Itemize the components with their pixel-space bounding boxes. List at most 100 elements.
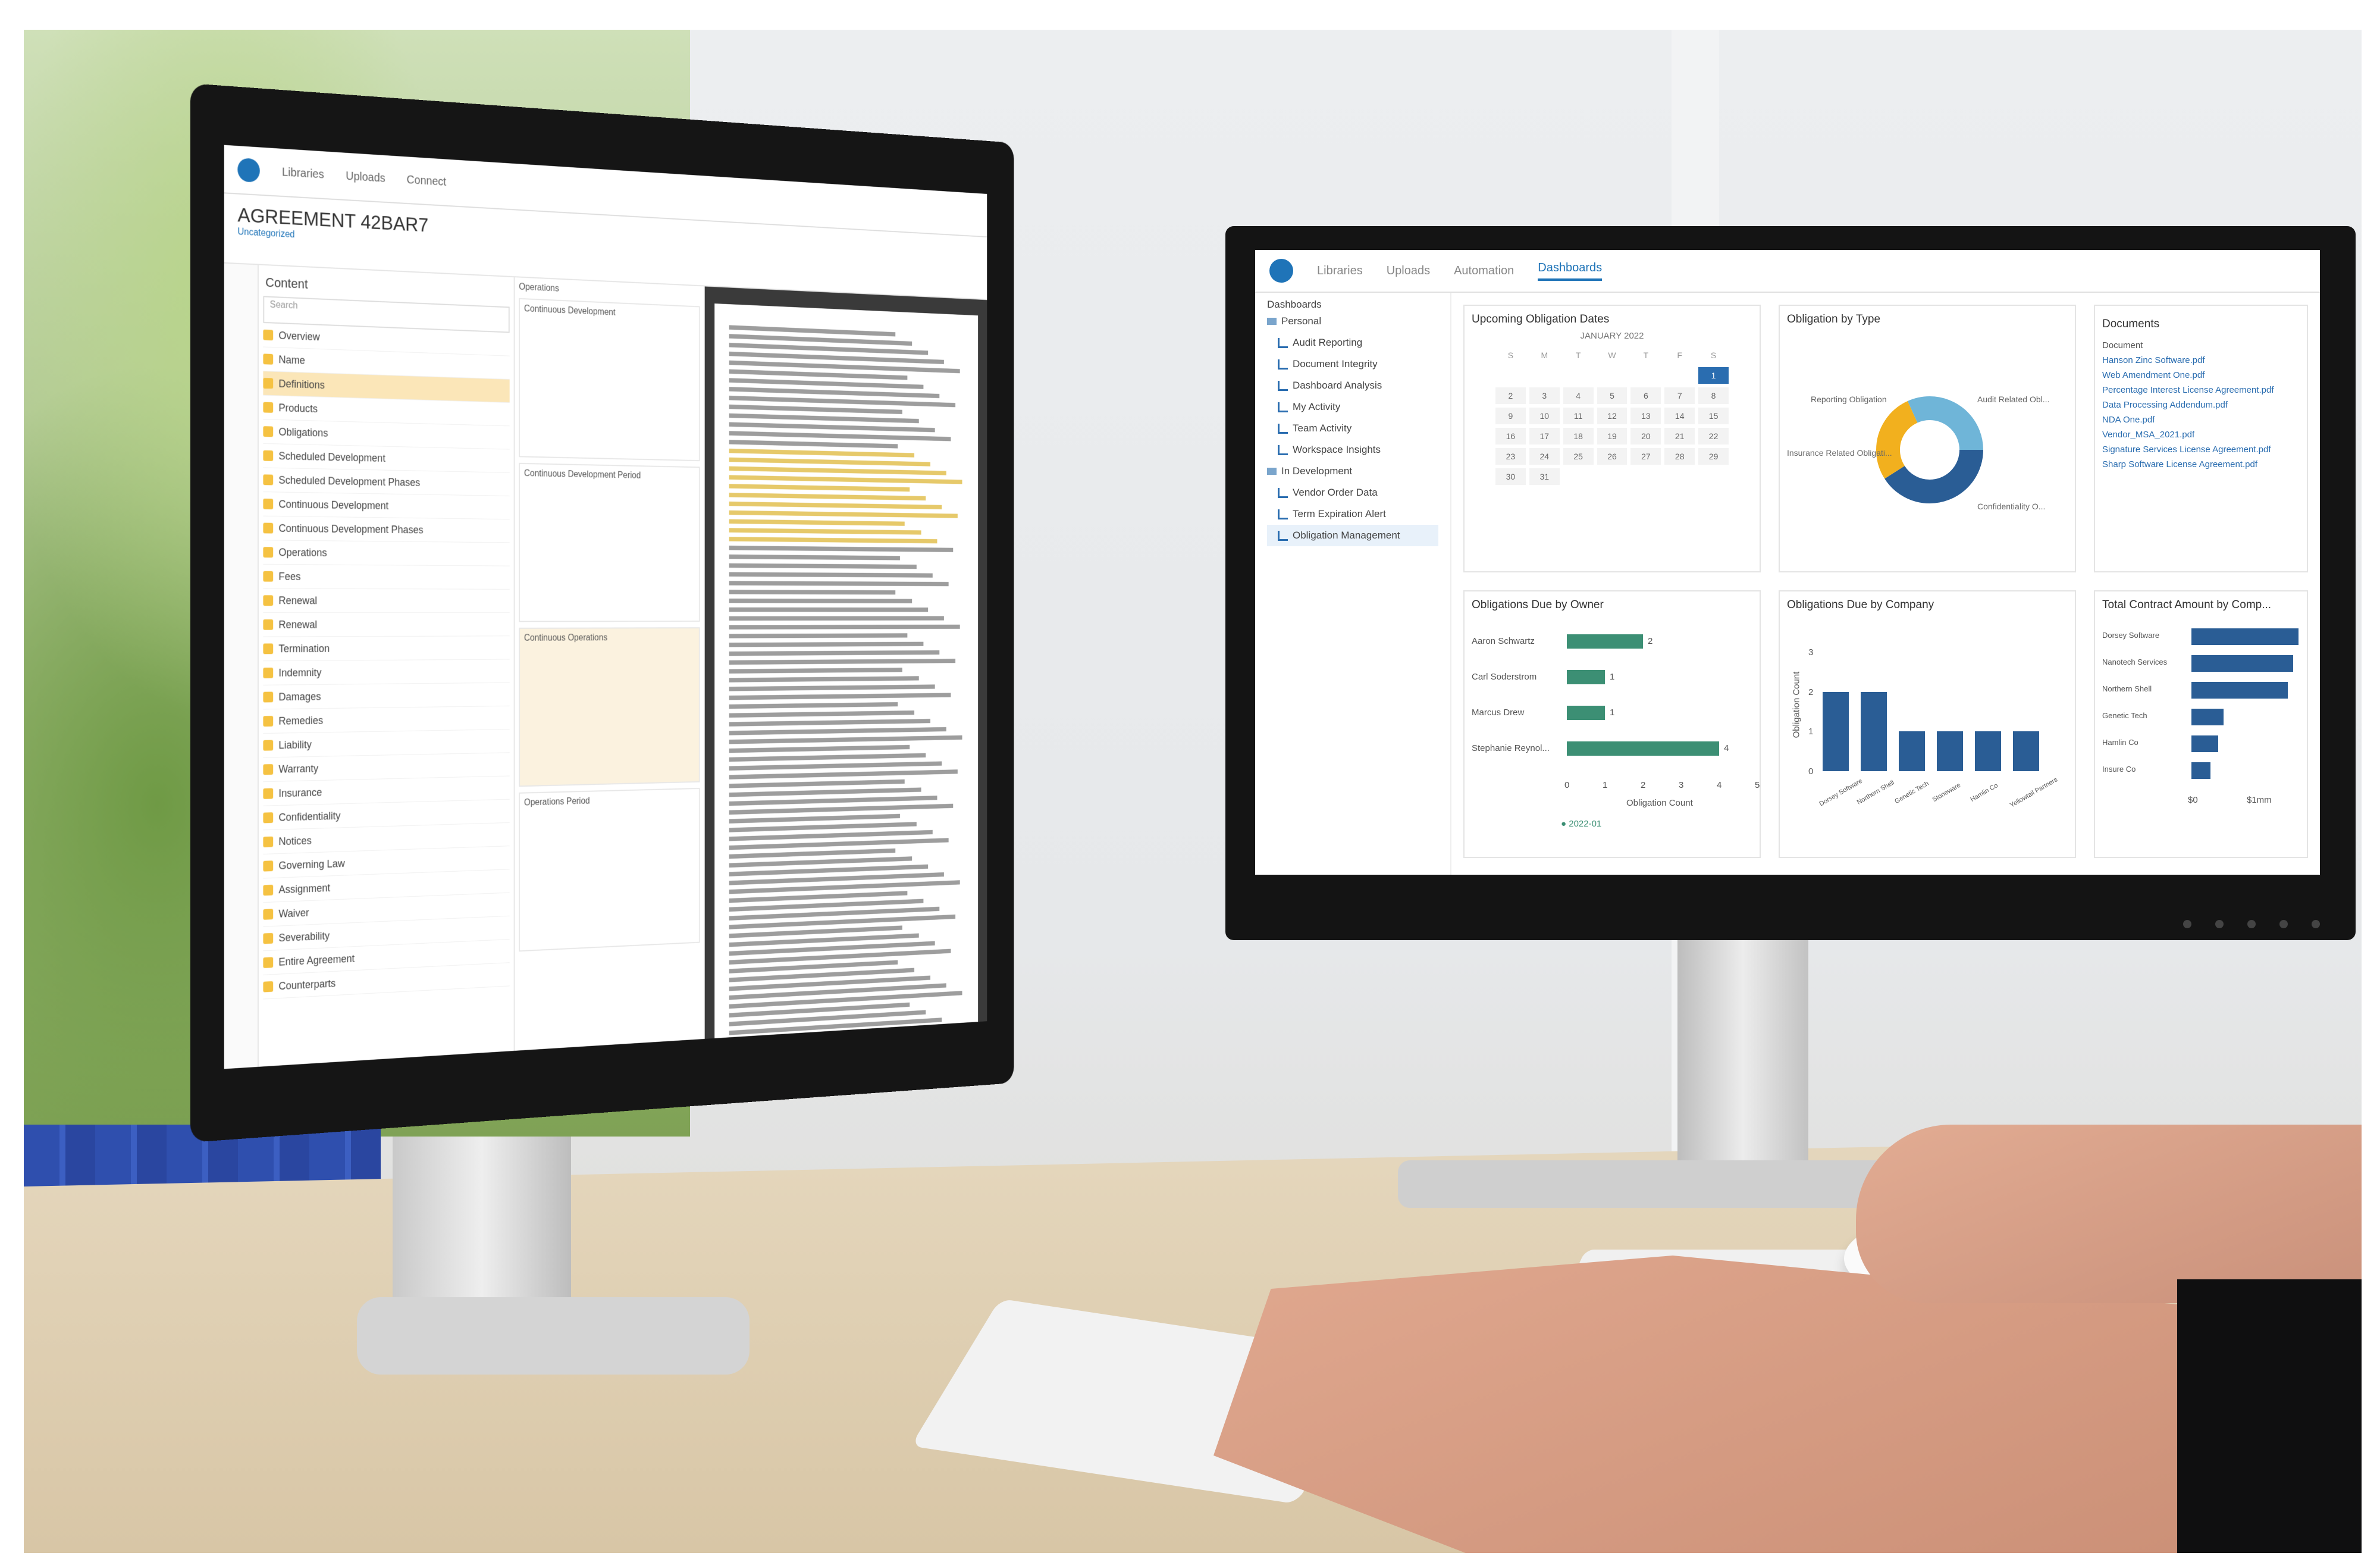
document-link[interactable]: Hanson Zinc Software.pdf <box>2102 355 2300 365</box>
calendar-day[interactable]: 8 <box>1698 387 1729 404</box>
tab-automation[interactable]: Automation <box>1454 264 1514 278</box>
calendar-day[interactable]: 19 <box>1597 428 1628 444</box>
calendar-day[interactable]: 18 <box>1563 428 1594 444</box>
owner-card[interactable]: Obligations Due by Owner Aaron Schwartz 2… <box>1463 590 1761 858</box>
tab-dashboards[interactable]: Dashboards <box>1538 261 1603 281</box>
calendar-day[interactable]: 26 <box>1597 448 1628 465</box>
owner-bar[interactable] <box>1567 634 1643 649</box>
tree-item[interactable]: Renewal <box>263 613 510 637</box>
tree-item[interactable]: Indemnity <box>263 659 510 685</box>
section-block[interactable]: Continuous Development <box>519 298 700 462</box>
sidebar-item[interactable]: Team Activity <box>1267 418 1438 439</box>
sidebar-item[interactable]: Dashboard Analysis <box>1267 375 1438 396</box>
tab-uploads[interactable]: Uploads <box>1387 264 1430 278</box>
calendar-day[interactable]: 10 <box>1529 408 1560 424</box>
calendar-day[interactable]: 21 <box>1664 428 1695 444</box>
tree-item[interactable]: Damages <box>263 683 510 710</box>
calendar-day[interactable]: 5 <box>1597 387 1628 404</box>
tree-item[interactable]: Continuous Development Phases <box>263 516 510 543</box>
total-bar[interactable] <box>2191 709 2224 725</box>
document-link[interactable]: Data Processing Addendum.pdf <box>2102 400 2300 410</box>
sidebar-item[interactable]: In Development <box>1267 461 1438 482</box>
monitor-power-button[interactable] <box>2312 920 2320 928</box>
monitor-button[interactable] <box>2215 920 2224 928</box>
tree-bullet-icon <box>263 812 274 824</box>
tab-libraries[interactable]: Libraries <box>1317 264 1363 278</box>
calendar-day[interactable]: 23 <box>1495 448 1526 465</box>
calendar-day[interactable]: 7 <box>1664 387 1695 404</box>
tree-item[interactable]: Continuous Development <box>263 492 510 520</box>
calendar-day[interactable]: 1 <box>1698 367 1729 384</box>
calendar-day[interactable]: 14 <box>1664 408 1695 424</box>
calendar-day[interactable]: 4 <box>1563 387 1594 404</box>
monitor-button[interactable] <box>2247 920 2256 928</box>
obligation-type-card[interactable]: Obligation by Type Reporting Obligation … <box>1779 305 2076 572</box>
company-card[interactable]: Obligations Due by Company Dorsey Softwa… <box>1779 590 2076 858</box>
document-link[interactable]: Signature Services License Agreement.pdf <box>2102 444 2300 455</box>
sidebar-item[interactable]: Document Integrity <box>1267 353 1438 375</box>
tree-item[interactable]: Termination <box>263 636 510 662</box>
calendar-day[interactable]: 2 <box>1495 387 1526 404</box>
tree-item[interactable]: Fees <box>263 564 510 590</box>
document-link[interactable]: NDA One.pdf <box>2102 415 2300 425</box>
owner-bar[interactable] <box>1567 706 1605 720</box>
calendar-day[interactable]: 9 <box>1495 408 1526 424</box>
total-bar[interactable] <box>2191 762 2211 779</box>
document-link[interactable]: Percentage Interest License Agreement.pd… <box>2102 385 2300 395</box>
documents-card[interactable]: Documents Document Hanson Zinc Software.p… <box>2094 305 2308 572</box>
sidebar-item[interactable]: Workspace Insights <box>1267 439 1438 461</box>
tree-item[interactable]: Renewal <box>263 588 510 613</box>
total-bar[interactable] <box>2191 655 2293 672</box>
calendar-day[interactable]: 24 <box>1529 448 1560 465</box>
calendar-day[interactable]: 6 <box>1630 387 1661 404</box>
sidebar-item[interactable]: Personal <box>1267 311 1438 332</box>
calendar-day[interactable]: 30 <box>1495 468 1526 485</box>
sidebar-item[interactable]: Audit Reporting <box>1267 332 1438 353</box>
sidebar-item[interactable]: Vendor Order Data <box>1267 482 1438 503</box>
calendar-day[interactable]: 3 <box>1529 387 1560 404</box>
owner-bar[interactable] <box>1567 741 1719 756</box>
nav-uploads[interactable]: Uploads <box>346 170 385 186</box>
section-block[interactable]: Operations Period <box>519 788 700 952</box>
total-bar[interactable] <box>2191 628 2299 645</box>
calendar-day[interactable]: 20 <box>1630 428 1661 444</box>
calendar-day[interactable]: 31 <box>1529 468 1560 485</box>
calendar-day[interactable]: 12 <box>1597 408 1628 424</box>
nav-libraries[interactable]: Libraries <box>282 165 324 181</box>
section-block-highlighted[interactable]: Continuous Operations <box>519 627 700 787</box>
tree-item[interactable]: Operations <box>263 540 510 566</box>
calendar-day[interactable]: 27 <box>1630 448 1661 465</box>
calendar-day[interactable]: 28 <box>1664 448 1695 465</box>
document-link[interactable]: Vendor_MSA_2021.pdf <box>2102 430 2300 440</box>
total-contract-card[interactable]: Total Contract Amount by Comp... Dorsey … <box>2094 590 2308 858</box>
owner-bar[interactable] <box>1567 670 1605 684</box>
calendar-day[interactable]: 11 <box>1563 408 1594 424</box>
company-bar[interactable] <box>1899 731 1925 771</box>
total-bar[interactable] <box>2191 682 2288 699</box>
nav-connect[interactable]: Connect <box>407 173 446 189</box>
company-bar[interactable] <box>2013 731 2039 771</box>
calendar-day[interactable]: 25 <box>1563 448 1594 465</box>
calendar-day[interactable]: 16 <box>1495 428 1526 444</box>
calendar-day[interactable]: 15 <box>1698 408 1729 424</box>
company-bar[interactable] <box>1861 691 1887 771</box>
company-bar[interactable] <box>1823 691 1849 771</box>
document-link[interactable]: Web Amendment One.pdf <box>2102 370 2300 380</box>
calendar-day[interactable]: 22 <box>1698 428 1729 444</box>
company-bar[interactable] <box>1975 731 2001 771</box>
tree-item[interactable]: Scheduled Development Phases <box>263 468 510 496</box>
sidebar-item[interactable]: Term Expiration Alert <box>1267 503 1438 525</box>
monitor-button[interactable] <box>2183 920 2191 928</box>
company-bar[interactable] <box>1937 731 1963 771</box>
calendar-card[interactable]: Upcoming Obligation Dates JANUARY 2022 S… <box>1463 305 1761 572</box>
section-block[interactable]: Continuous Development Period <box>519 462 700 622</box>
sidebar-item[interactable]: My Activity <box>1267 396 1438 418</box>
tree-item[interactable]: Remedies <box>263 706 510 734</box>
document-link[interactable]: Sharp Software License Agreement.pdf <box>2102 459 2300 469</box>
calendar-day[interactable]: 29 <box>1698 448 1729 465</box>
calendar-day[interactable]: 13 <box>1630 408 1661 424</box>
total-bar[interactable] <box>2191 735 2218 752</box>
sidebar-item[interactable]: Obligation Management <box>1267 525 1438 546</box>
calendar-day[interactable]: 17 <box>1529 428 1560 444</box>
monitor-button[interactable] <box>2279 920 2288 928</box>
